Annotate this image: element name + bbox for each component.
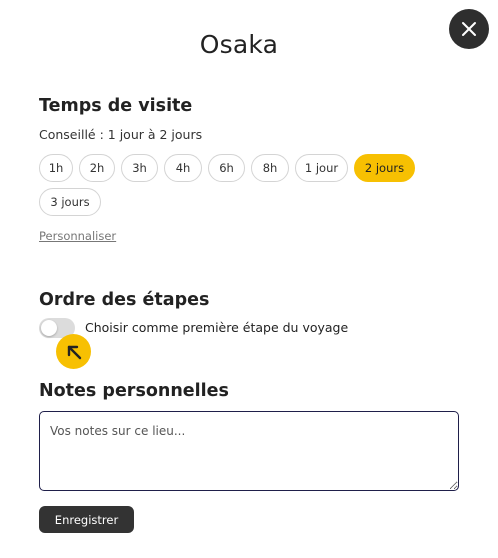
duration-chip-6h[interactable]: 6h bbox=[208, 154, 245, 182]
first-step-toggle-label: Choisir comme première étape du voyage bbox=[85, 320, 349, 335]
customize-duration-link[interactable]: Personnaliser bbox=[39, 229, 116, 243]
page-title: Osaka bbox=[199, 30, 279, 59]
duration-chip-4h[interactable]: 4h bbox=[164, 154, 202, 182]
hint-badge bbox=[56, 334, 91, 369]
save-button[interactable]: Enregistrer bbox=[39, 506, 134, 533]
duration-chip-2h[interactable]: 2h bbox=[79, 154, 115, 182]
toggle-knob bbox=[41, 320, 57, 336]
visit-time-heading: Temps de visite bbox=[39, 96, 193, 116]
step-order-heading: Ordre des étapes bbox=[39, 290, 210, 310]
duration-chip-3-jours[interactable]: 3 jours bbox=[39, 188, 101, 216]
duration-chip-1h[interactable]: 1h bbox=[39, 154, 73, 182]
arrow-up-left-icon bbox=[67, 345, 81, 359]
duration-chip-2-jours[interactable]: 2 jours bbox=[354, 154, 415, 182]
duration-chip-8h[interactable]: 8h bbox=[251, 154, 289, 182]
recommended-duration: Conseillé : 1 jour à 2 jours bbox=[39, 127, 203, 142]
duration-chip-1-jour[interactable]: 1 jour bbox=[295, 154, 348, 182]
notes-textarea[interactable] bbox=[39, 411, 459, 491]
notes-heading: Notes personnelles bbox=[39, 381, 229, 401]
duration-chip-3h[interactable]: 3h bbox=[121, 154, 158, 182]
